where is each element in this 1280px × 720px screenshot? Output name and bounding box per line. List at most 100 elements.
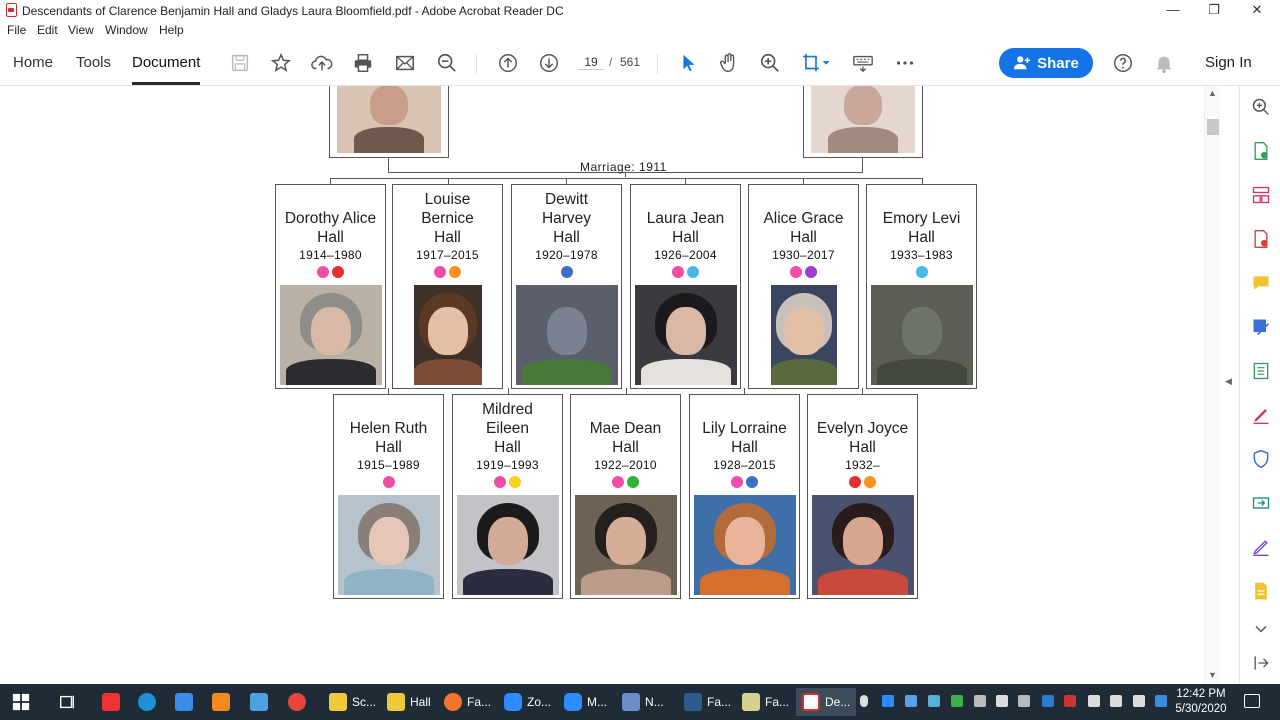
help-icon[interactable] (1111, 51, 1135, 75)
bluetooth-icon[interactable] (1155, 695, 1167, 707)
right-panel-toggle[interactable]: ◀ (1220, 86, 1239, 684)
battery-icon[interactable] (1110, 695, 1122, 707)
person-card[interactable]: Helen Ruth Hall 1915–1989 (333, 394, 444, 599)
menu-view[interactable]: View (68, 23, 94, 37)
scroll-up-icon[interactable]: ▲ (1208, 88, 1217, 98)
page-down-icon[interactable] (537, 51, 561, 75)
person-card[interactable]: Mae Dean Hall 1922–2010 (570, 394, 681, 599)
keyboard-icon[interactable] (851, 51, 875, 75)
media-player-icon[interactable] (212, 688, 230, 716)
person-card[interactable]: Emory Levi Hall 1933–1983 (866, 184, 977, 389)
taskbar-item-family-beta[interactable]: Fa... (680, 688, 735, 716)
tab-document[interactable]: Document (132, 54, 200, 71)
comment-icon[interactable] (1250, 272, 1272, 294)
taskbar-app-icon[interactable] (102, 688, 120, 716)
connector-line (388, 158, 389, 173)
protect-shield-icon[interactable] (1250, 448, 1272, 470)
crop-icon[interactable] (800, 51, 832, 75)
menu-file[interactable]: File (7, 23, 26, 37)
bell-icon[interactable] (1152, 51, 1176, 75)
page-separator: / (609, 55, 613, 69)
page-number-input[interactable]: 19 (578, 55, 604, 70)
send-review-icon[interactable] (1250, 492, 1272, 514)
zoom-tray-icon[interactable] (882, 695, 894, 707)
edge-browser-icon[interactable] (138, 688, 156, 716)
taskbar-item-acrobat[interactable]: De... (796, 688, 857, 716)
store-icon[interactable] (175, 688, 193, 716)
organize-pages-icon[interactable] (1250, 184, 1272, 206)
zoom-in-icon[interactable] (758, 51, 782, 75)
tray-app-icon[interactable] (1064, 695, 1076, 707)
keyboard-tray-icon[interactable] (1133, 695, 1145, 707)
search-zoom-icon[interactable] (1250, 96, 1272, 118)
edit-pdf-icon[interactable] (1250, 316, 1272, 338)
taskbar-item-sc[interactable]: Sc... (325, 688, 380, 716)
save-icon[interactable] (228, 51, 252, 75)
notifications-icon[interactable] (1244, 694, 1260, 708)
more-icon[interactable] (893, 51, 917, 75)
bookmark-star-icon[interactable] (269, 51, 293, 75)
scroll-down-icon[interactable]: ▼ (1208, 670, 1217, 680)
wifi-icon[interactable] (1088, 695, 1100, 707)
zoom-out-icon[interactable] (435, 51, 459, 75)
chrome-icon[interactable] (288, 688, 306, 716)
person-card[interactable]: Alice Grace Hall 1930–2017 (748, 184, 859, 389)
taskbar-item-firefox[interactable]: Fa... (440, 688, 495, 716)
share-button[interactable]: Share (999, 48, 1093, 78)
marker-dot (382, 476, 395, 488)
start-button[interactable] (12, 688, 30, 716)
security-tray-icon[interactable] (951, 695, 963, 707)
upload-icon[interactable] (310, 51, 334, 75)
taskbar-item-zoom[interactable]: Zo... (500, 688, 555, 716)
remote-desktop-icon[interactable] (250, 688, 268, 716)
task-view-icon[interactable] (58, 688, 76, 716)
person-card[interactable]: Dewitt Harvey Hall 1920–1978 (511, 184, 622, 389)
tray-app-icon[interactable] (928, 695, 940, 707)
life-years: 1926–2004 (654, 248, 717, 262)
tray-app-icon[interactable] (905, 695, 917, 707)
request-signature-icon[interactable] (1250, 536, 1272, 558)
tray-app-icon[interactable] (1018, 695, 1030, 707)
email-icon[interactable] (393, 51, 417, 75)
page-up-icon[interactable] (496, 51, 520, 75)
scan-ocr-icon[interactable] (1250, 580, 1272, 602)
sign-in-link[interactable]: Sign In (1205, 54, 1252, 71)
hand-icon[interactable] (717, 51, 741, 75)
fill-sign-icon[interactable] (1250, 404, 1272, 426)
print-icon[interactable] (351, 51, 375, 75)
system-clock[interactable]: 12:42 PM 5/30/2020 (1170, 687, 1232, 717)
export-pdf-icon[interactable] (1250, 140, 1272, 162)
restore-button[interactable]: ❐ (1194, 0, 1234, 22)
network-tray-icon[interactable] (974, 695, 986, 707)
person-card[interactable]: Mildred Eileen Hall 1919–1993 (452, 394, 563, 599)
select-cursor-icon[interactable] (676, 51, 700, 75)
collapse-pane-icon[interactable] (1250, 652, 1272, 674)
vertical-scrollbar[interactable]: ▲ ▼ (1204, 86, 1220, 684)
close-button[interactable]: ✕ (1237, 0, 1277, 22)
taskbar-item-notes[interactable]: N... (618, 688, 668, 716)
marker-dot (627, 476, 639, 488)
person-card[interactable]: Louise Bernice Hall 1917–2015 (392, 184, 503, 389)
scrollbar-thumb[interactable] (1207, 119, 1219, 135)
taskbar-item-hall[interactable]: Hall (383, 688, 435, 716)
person-card[interactable]: Laura Jean Hall 1926–2004 (630, 184, 741, 389)
tab-home[interactable]: Home (13, 54, 53, 71)
dropbox-icon[interactable] (1042, 695, 1054, 707)
create-pdf-icon[interactable] (1250, 228, 1272, 250)
marker-dot (915, 266, 928, 278)
minimize-button[interactable]: — (1153, 0, 1193, 22)
taskbar-item-family[interactable]: Fa... (738, 688, 793, 716)
person-card[interactable]: Dorothy Alice Hall 1914–1980 (275, 184, 386, 389)
microphone-icon[interactable] (860, 695, 868, 707)
menu-help[interactable]: Help (159, 23, 184, 37)
portrait-photo (811, 495, 914, 595)
more-tools-chevron-icon[interactable] (1250, 618, 1272, 640)
person-card[interactable]: Lily Lorraine Hall 1928–2015 (689, 394, 800, 599)
menu-window[interactable]: Window (105, 23, 148, 37)
person-card[interactable]: Evelyn Joyce Hall 1932– (807, 394, 918, 599)
compress-icon[interactable] (1250, 360, 1272, 382)
tab-tools[interactable]: Tools (76, 54, 111, 71)
volume-icon[interactable] (996, 695, 1008, 707)
menu-edit[interactable]: Edit (37, 23, 58, 37)
taskbar-item-zoom-meeting[interactable]: M... (560, 688, 611, 716)
